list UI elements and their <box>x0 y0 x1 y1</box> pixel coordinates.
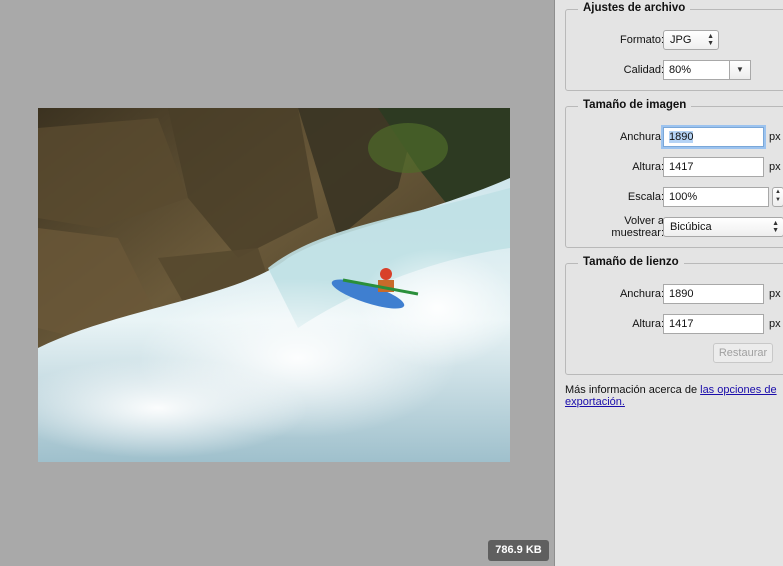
info-prefix: Más información acerca de <box>565 384 701 396</box>
scale-stepper[interactable]: ▲ ▼ <box>772 187 783 207</box>
format-row: Formato: JPG ▲ ▼ <box>566 30 783 52</box>
image-height-input[interactable]: 1417 <box>663 157 764 177</box>
scale-input[interactable]: 100% <box>663 187 769 207</box>
canvas-size-legend: Tamaño de lienzo <box>578 256 684 268</box>
image-width-row: Anchura: 1890 px <box>566 127 783 149</box>
image-height-value: 1417 <box>669 161 694 173</box>
restore-button[interactable]: Restaurar <box>713 343 773 363</box>
image-width-value: 1890 <box>669 131 694 143</box>
canvas-width-label: Anchura: <box>619 288 664 300</box>
canvas-height-label: Altura: <box>632 318 664 330</box>
canvas-height-value: 1417 <box>669 318 694 330</box>
preview-area: 786.9 KB <box>0 0 555 566</box>
resample-select[interactable]: Bicúbica ▲ ▼ <box>663 217 783 237</box>
image-width-input[interactable]: 1890 <box>663 127 764 147</box>
updown-arrows-icon: ▲ ▼ <box>707 33 714 47</box>
format-select[interactable]: JPG ▲ ▼ <box>663 30 719 50</box>
scale-value: 100% <box>669 191 698 203</box>
quality-value: 80% <box>669 64 692 76</box>
canvas-height-input[interactable]: 1417 <box>663 314 764 334</box>
image-height-unit: px <box>769 161 781 173</box>
export-settings-panel: Ajustes de archivo Formato: JPG ▲ ▼ Calid… <box>555 0 783 566</box>
resample-row: Volver a muestrear: Bicúbica ▲ ▼ <box>566 215 783 239</box>
canvas-width-input[interactable]: 1890 <box>663 284 764 304</box>
canvas-height-unit: px <box>769 318 781 330</box>
updown-arrows-icon: ▲ ▼ <box>772 220 779 234</box>
format-value: JPG <box>670 34 692 46</box>
image-width-label: Anchura: <box>619 131 664 143</box>
quality-combo[interactable]: 80% ▼ <box>663 60 751 80</box>
format-label: Formato: <box>619 34 664 46</box>
image-width-unit: px <box>769 131 781 143</box>
resample-label: Volver a muestrear: <box>611 215 664 239</box>
file-settings-group: Ajustes de archivo Formato: JPG ▲ ▼ Calid… <box>565 2 783 91</box>
canvas-width-unit: px <box>769 288 781 300</box>
resample-label-line2: muestrear: <box>611 227 664 239</box>
chevron-down-icon[interactable]: ▼ <box>729 61 750 79</box>
image-size-legend: Tamaño de imagen <box>578 99 692 111</box>
canvas-width-row: Anchura: 1890 px <box>566 284 783 306</box>
resample-label-line1: Volver a <box>624 215 664 227</box>
image-height-row: Altura: 1417 px <box>566 157 783 179</box>
quality-label: Calidad: <box>623 64 664 76</box>
image-size-group: Tamaño de imagen Anchura: 1890 px Altura… <box>565 99 783 248</box>
quality-row: Calidad: 80% ▼ <box>566 60 783 82</box>
scale-row: Escala: 100% ▲ ▼ <box>566 187 783 209</box>
info-text: Más información acerca de las opciones d… <box>565 384 780 408</box>
canvas-height-row: Altura: 1417 px <box>566 314 783 336</box>
resample-value: Bicúbica <box>670 221 712 233</box>
file-size-badge: 786.9 KB <box>488 540 549 561</box>
preview-image <box>38 108 510 462</box>
canvas-width-value: 1890 <box>669 288 694 300</box>
image-height-label: Altura: <box>632 161 664 173</box>
file-settings-legend: Ajustes de archivo <box>578 2 691 14</box>
scale-label: Escala: <box>627 191 664 203</box>
